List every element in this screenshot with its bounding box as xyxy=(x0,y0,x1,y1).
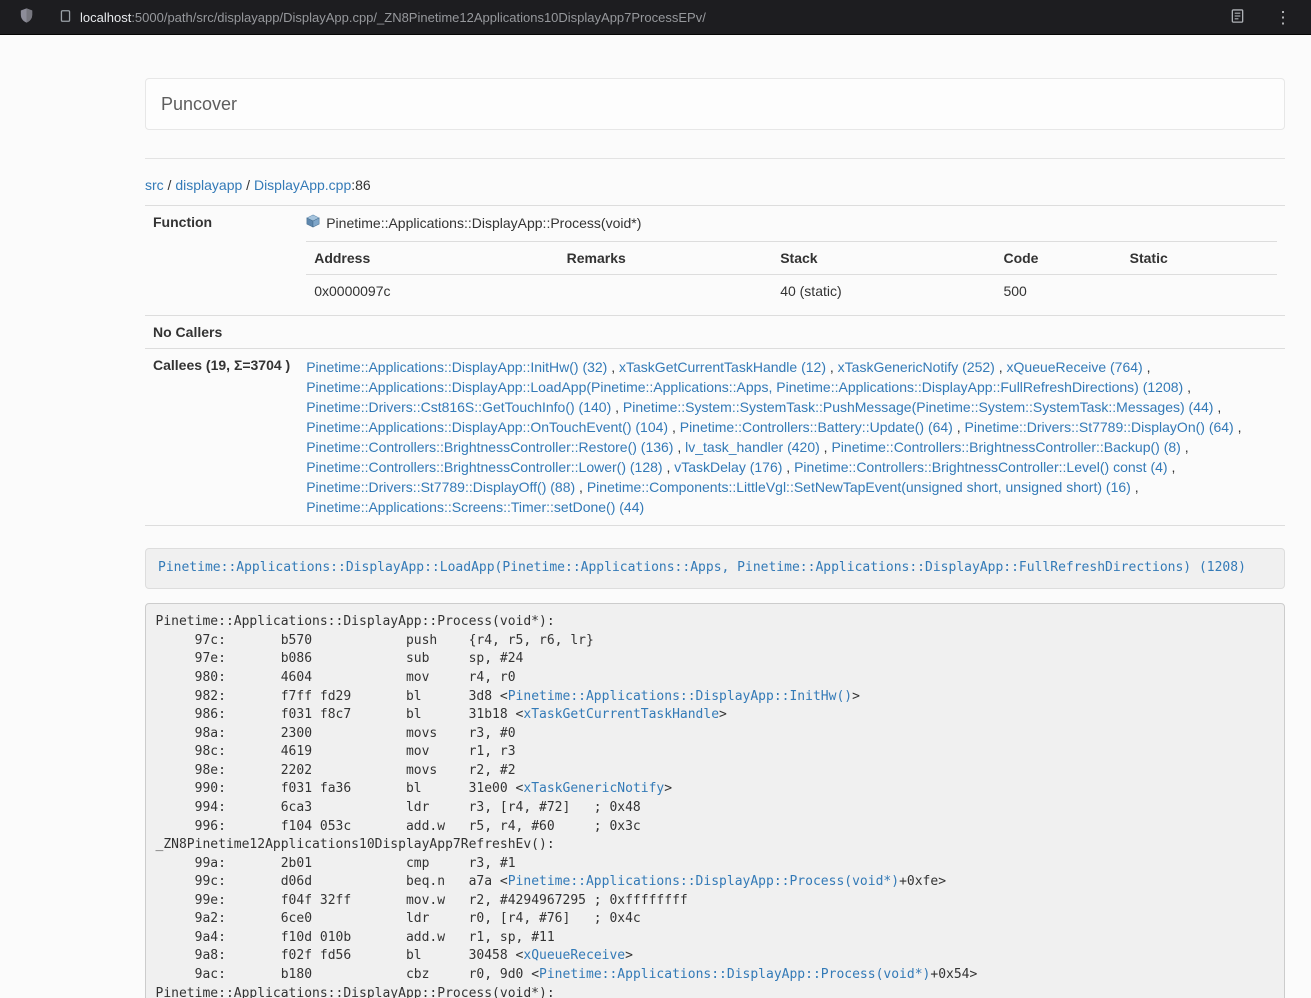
callee-link[interactable]: xTaskGetCurrentTaskHandle (12) xyxy=(619,359,826,375)
callee-link[interactable]: Pinetime::Controllers::BrightnessControl… xyxy=(794,459,1167,475)
function-name: Pinetime::Applications::DisplayApp::Proc… xyxy=(326,215,641,231)
remarks-header: Remarks xyxy=(559,242,773,275)
stack-value: 40 (static) xyxy=(772,275,995,308)
callee-link[interactable]: Pinetime::Drivers::St7789::DisplayOn() (… xyxy=(965,419,1234,435)
stack-header: Stack xyxy=(772,242,995,275)
code-symbol-link[interactable]: Pinetime::Applications::DisplayApp::Proc… xyxy=(508,874,899,889)
callee-link[interactable]: Pinetime::Applications::Screens::Timer::… xyxy=(306,499,644,515)
code-value: 500 xyxy=(995,275,1121,308)
address-value: 0x0000097c xyxy=(306,275,558,308)
kebab-menu-icon: ⋮ xyxy=(1275,9,1292,26)
code-symbol-link[interactable]: Pinetime::Applications::DisplayApp::Init… xyxy=(508,689,852,704)
static-header: Static xyxy=(1122,242,1277,275)
callee-link[interactable]: Pinetime::System::SystemTask::PushMessag… xyxy=(623,399,1214,415)
callees-row: Callees (19, Σ=3704 ) Pinetime::Applicat… xyxy=(145,349,1285,526)
page-container: Puncover src / displayapp / DisplayApp.c… xyxy=(145,78,1285,998)
remarks-value xyxy=(559,275,773,308)
url-host: localhost xyxy=(80,10,131,25)
callees-label: Callees (19, Σ=3704 ) xyxy=(145,349,298,526)
disassembly-pre: Pinetime::Applications::DisplayApp::Proc… xyxy=(145,603,1285,998)
code-header: Code xyxy=(995,242,1121,275)
callee-link[interactable]: Pinetime::Controllers::BrightnessControl… xyxy=(306,439,673,455)
callee-link[interactable]: Pinetime::Applications::DisplayApp::OnTo… xyxy=(306,419,668,435)
address-bar[interactable]: localhost:5000/path/src/displayapp/Displ… xyxy=(54,6,1225,28)
detail-value-row: 0x0000097c 40 (static) 500 xyxy=(306,275,1277,308)
symbol-context-well: Pinetime::Applications::DisplayApp::Load… xyxy=(145,548,1285,589)
function-row: Function Pinetime::Applications::Display… xyxy=(145,206,1285,316)
callee-link[interactable]: Pinetime::Controllers::Battery::Update()… xyxy=(680,419,953,435)
breadcrumb-link[interactable]: DisplayApp.cpp xyxy=(254,177,351,193)
browser-menu-button[interactable]: ⋮ xyxy=(1271,5,1295,29)
callee-link[interactable]: Pinetime::Controllers::BrightnessControl… xyxy=(306,459,662,475)
no-callers-label: No Callers xyxy=(145,316,298,349)
breadcrumb: src / displayapp / DisplayApp.cpp:86 xyxy=(145,177,1285,193)
breadcrumb-link[interactable]: src xyxy=(145,177,164,193)
divider xyxy=(145,158,1285,159)
callee-link[interactable]: xTaskGenericNotify (252) xyxy=(838,359,995,375)
brand-link[interactable]: Puncover xyxy=(146,94,252,115)
navbar: Puncover xyxy=(145,78,1285,130)
url-text: localhost:5000/path/src/displayapp/Displ… xyxy=(80,10,706,25)
function-table: Function Pinetime::Applications::Display… xyxy=(145,205,1285,526)
callee-link[interactable]: Pinetime::Drivers::Cst816S::GetTouchInfo… xyxy=(306,399,611,415)
url-path: :5000/path/src/displayapp/DisplayApp.cpp… xyxy=(131,10,706,25)
callees-cell: Pinetime::Applications::DisplayApp::Init… xyxy=(298,349,1285,526)
callee-link[interactable]: vTaskDelay (176) xyxy=(674,459,782,475)
reader-mode-icon xyxy=(1230,8,1245,27)
reader-mode-button[interactable] xyxy=(1225,5,1249,29)
callee-link[interactable]: Pinetime::Applications::DisplayApp::Load… xyxy=(306,379,1183,395)
callee-link[interactable]: Pinetime::Drivers::St7789::DisplayOff() … xyxy=(306,479,575,495)
function-label: Function xyxy=(145,206,298,316)
callee-link[interactable]: Pinetime::Applications::DisplayApp::Init… xyxy=(306,359,607,375)
breadcrumb-link[interactable]: displayapp xyxy=(175,177,242,193)
callee-link[interactable]: lv_task_handler (420) xyxy=(685,439,820,455)
code-symbol-link[interactable]: xTaskGetCurrentTaskHandle xyxy=(523,707,719,722)
browser-chrome: localhost:5000/path/src/displayapp/Displ… xyxy=(0,0,1311,35)
callee-link[interactable]: Pinetime::Controllers::BrightnessControl… xyxy=(831,439,1180,455)
code-symbol-link[interactable]: Pinetime::Applications::DisplayApp::Proc… xyxy=(539,967,930,982)
page-icon xyxy=(59,9,72,26)
detail-header-row: Address Remarks Stack Code Static xyxy=(306,242,1277,275)
symbol-context-link[interactable]: Pinetime::Applications::DisplayApp::Load… xyxy=(158,560,1246,575)
address-header: Address xyxy=(306,242,558,275)
shield-extension-button[interactable] xyxy=(12,3,40,31)
code-symbol-link[interactable]: xTaskGenericNotify xyxy=(523,781,664,796)
callee-link[interactable]: Pinetime::Components::LittleVgl::SetNewT… xyxy=(587,479,1131,495)
page-info-button[interactable] xyxy=(54,6,76,28)
static-value xyxy=(1122,275,1277,308)
shield-icon xyxy=(18,6,35,28)
callee-link[interactable]: xQueueReceive (764) xyxy=(1007,359,1143,375)
function-type-icon xyxy=(306,214,320,231)
no-callers-row: No Callers xyxy=(145,316,1285,349)
function-detail-table: Address Remarks Stack Code Static 0x0000… xyxy=(306,241,1277,307)
code-symbol-link[interactable]: xQueueReceive xyxy=(523,948,625,963)
